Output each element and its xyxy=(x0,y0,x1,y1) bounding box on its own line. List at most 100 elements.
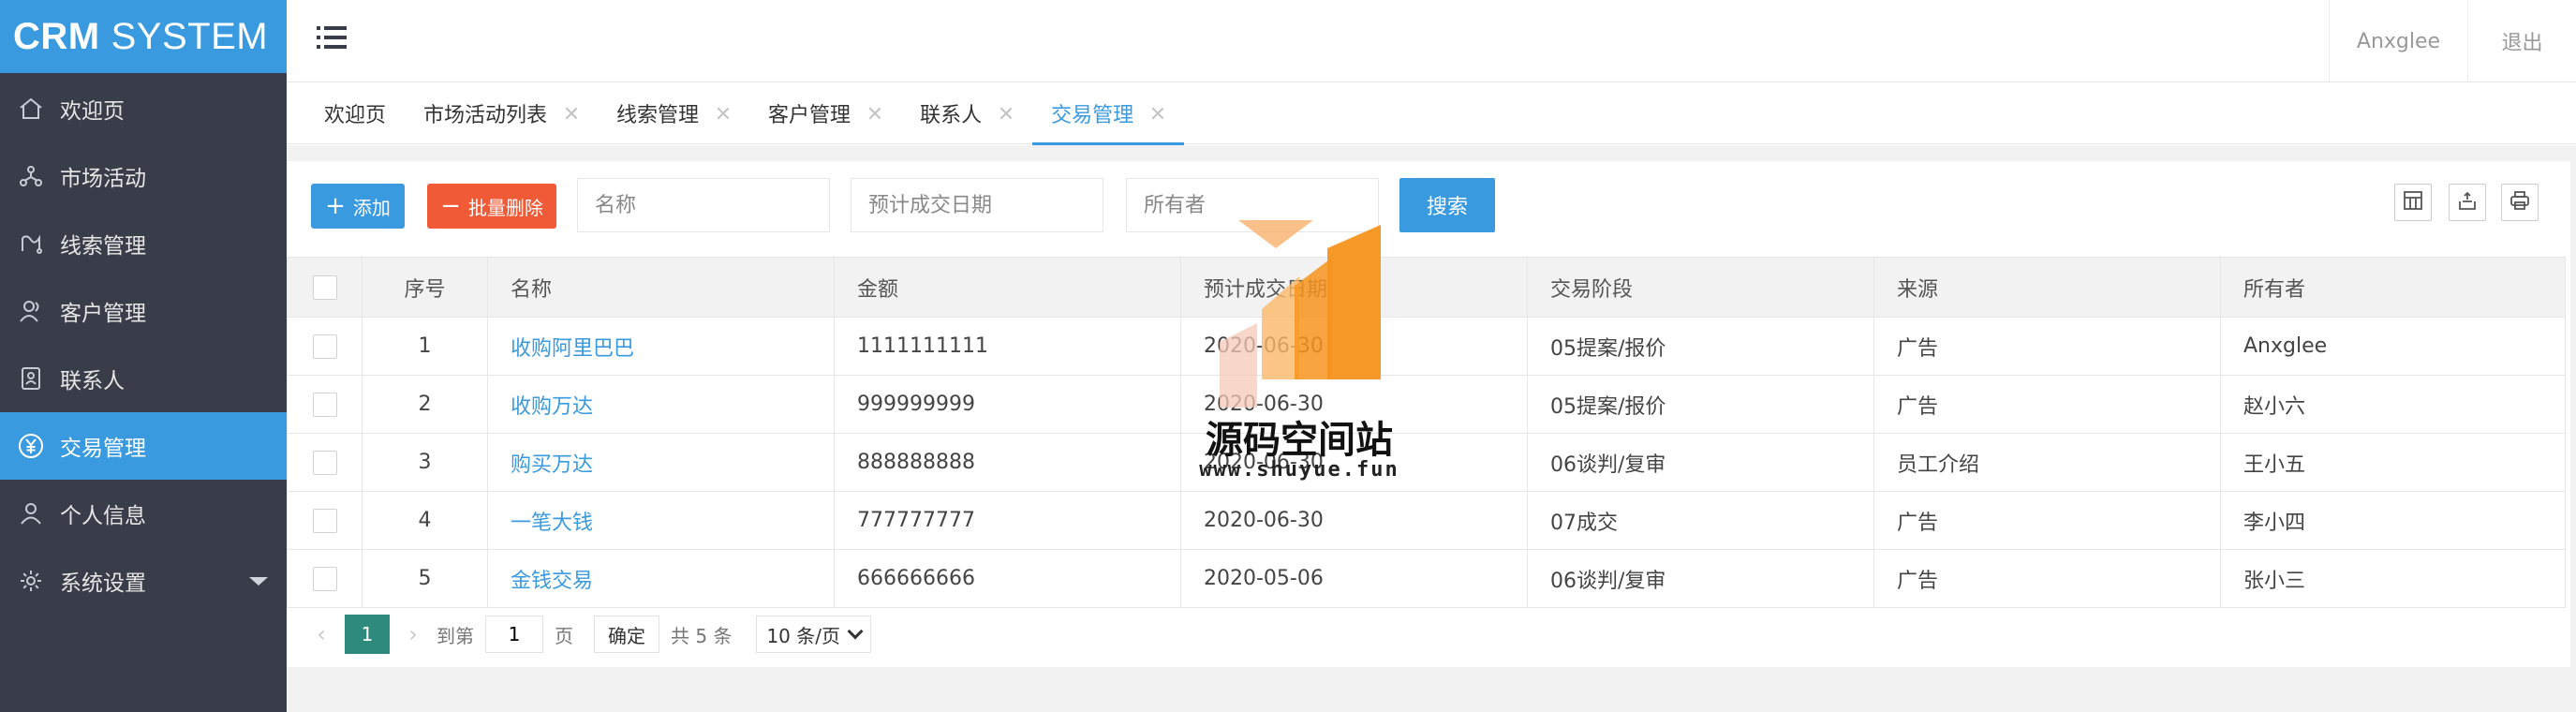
sidebar-item-transactions[interactable]: 交易管理 xyxy=(0,412,287,480)
sidebar-item-label: 欢迎页 xyxy=(60,99,125,124)
tab-label: 欢迎页 xyxy=(324,104,387,127)
sidebar-item-label: 系统设置 xyxy=(60,571,146,596)
tab-contacts[interactable]: 联系人 xyxy=(901,82,1032,144)
row-checkbox[interactable] xyxy=(312,392,337,417)
sidebar-item-welcome[interactable]: 欢迎页 xyxy=(0,75,287,142)
pagination: ‹ 1 › 到第 页 确定 共 5 条 10 条/页 xyxy=(287,605,2565,663)
logo-rest-text: SYSTEM xyxy=(111,15,269,57)
print-button[interactable] xyxy=(2501,184,2539,221)
name-search-input[interactable] xyxy=(577,178,830,232)
transaction-name-link[interactable]: 收购万达 xyxy=(487,375,835,434)
expected-date-input[interactable] xyxy=(851,178,1103,232)
row-checkbox[interactable] xyxy=(312,566,337,591)
sidebar-item-marketing[interactable]: 市场活动 xyxy=(0,142,287,210)
sidebar-item-contacts[interactable]: 联系人 xyxy=(0,345,287,412)
table-row: 4 一笔大钱 777777777 2020-06-30 07成交 广告 李小四 xyxy=(287,491,2566,550)
minus-icon: − xyxy=(440,192,461,220)
close-icon[interactable] xyxy=(999,106,1014,121)
close-icon[interactable] xyxy=(1150,106,1165,121)
header-username[interactable]: Anxglee xyxy=(2329,0,2467,82)
select-all-checkbox[interactable] xyxy=(312,274,337,300)
add-button-label: 添加 xyxy=(352,196,391,219)
transaction-name-link[interactable]: 购买万达 xyxy=(487,433,835,492)
tab-marketing-list[interactable]: 市场活动列表 xyxy=(405,82,598,144)
prev-page-icon[interactable]: ‹ xyxy=(309,621,333,647)
menu-list-icon[interactable] xyxy=(317,23,348,52)
print-icon xyxy=(2509,190,2530,215)
goto-page-input[interactable] xyxy=(485,616,543,653)
source-cell: 员工介绍 xyxy=(1873,433,2221,492)
tab-welcome[interactable]: 欢迎页 xyxy=(305,82,405,144)
add-button[interactable]: + 添加 xyxy=(311,184,405,229)
row-checkbox-cell[interactable] xyxy=(287,491,363,550)
current-page-button[interactable]: 1 xyxy=(345,615,390,654)
sidebar-item-clues[interactable]: 线索管理 xyxy=(0,210,287,277)
total-count: 共 5 条 xyxy=(671,624,733,647)
column-header: 金额 xyxy=(834,257,1181,318)
source-cell: 广告 xyxy=(1873,375,2221,434)
export-button[interactable] xyxy=(2449,184,2486,221)
logout-link[interactable]: 退出 xyxy=(2467,0,2576,82)
row-checkbox-cell[interactable] xyxy=(287,433,363,492)
table-row: 5 金钱交易 666666666 2020-05-06 06谈判/复审 广告 张… xyxy=(287,549,2566,608)
chevron-down-icon xyxy=(847,623,864,640)
row-checkbox-cell[interactable] xyxy=(287,375,363,434)
amount-cell: 777777777 xyxy=(834,491,1181,550)
tab-label: 线索管理 xyxy=(616,104,700,127)
row-checkbox-cell[interactable] xyxy=(287,317,363,376)
row-index: 1 xyxy=(362,317,488,376)
sidebar-item-settings[interactable]: 系统设置 xyxy=(0,547,287,615)
table-header-row: 序号 名称 金额 预计成交日期 交易阶段 来源 所有者 xyxy=(287,257,2566,318)
export-icon xyxy=(2457,190,2478,215)
sidebar-item-label: 市场活动 xyxy=(60,167,146,191)
stage-cell: 07成交 xyxy=(1527,491,1874,550)
owner-cell: 赵小六 xyxy=(2220,375,2566,434)
column-filter-button[interactable] xyxy=(2394,184,2432,221)
top-header: Anxglee 退出 xyxy=(287,0,2576,82)
customer-icon xyxy=(17,297,45,325)
row-index: 5 xyxy=(362,549,488,608)
tab-label: 市场活动列表 xyxy=(423,104,548,127)
close-icon[interactable] xyxy=(564,106,579,121)
network-icon xyxy=(17,162,45,190)
column-header: 所有者 xyxy=(2220,257,2566,318)
transaction-table: 序号 名称 金额 预计成交日期 交易阶段 来源 所有者 1 收购阿里巴巴 111… xyxy=(287,257,2566,608)
tab-customers[interactable]: 客户管理 xyxy=(749,82,901,144)
next-page-icon[interactable]: › xyxy=(401,621,425,647)
column-header: 名称 xyxy=(487,257,835,318)
batch-delete-label: 批量删除 xyxy=(467,196,543,219)
source-cell: 广告 xyxy=(1873,549,2221,608)
transaction-name-link[interactable]: 一笔大钱 xyxy=(487,491,835,550)
transaction-name-link[interactable]: 收购阿里巴巴 xyxy=(487,317,835,376)
row-checkbox[interactable] xyxy=(312,450,337,475)
contact-card-icon xyxy=(17,364,45,393)
select-all-checkbox-cell[interactable] xyxy=(287,257,363,318)
page-size-select[interactable]: 10 条/页 xyxy=(756,616,871,653)
row-checkbox[interactable] xyxy=(312,334,337,359)
transaction-name-link[interactable]: 金钱交易 xyxy=(487,549,835,608)
plus-icon: + xyxy=(325,192,346,220)
table-row: 2 收购万达 999999999 2020-06-30 05提案/报价 广告 赵… xyxy=(287,375,2566,434)
sidebar-item-profile[interactable]: 个人信息 xyxy=(0,480,287,547)
close-icon[interactable] xyxy=(867,106,882,121)
close-icon[interactable] xyxy=(716,106,731,121)
amount-cell: 1111111111 xyxy=(834,317,1181,376)
tab-transactions[interactable]: 交易管理 xyxy=(1032,82,1185,145)
goto-confirm-button[interactable]: 确定 xyxy=(594,616,659,653)
row-checkbox-cell[interactable] xyxy=(287,549,363,608)
batch-delete-button[interactable]: − 批量删除 xyxy=(427,184,556,229)
page-tabs: 欢迎页 市场活动列表 线索管理 客户管理 联系人 交易管理 xyxy=(287,82,2576,145)
goto-label: 到第 xyxy=(437,624,474,647)
transaction-panel: + 添加 − 批量删除 搜索 xyxy=(287,161,2570,667)
yen-icon xyxy=(17,432,45,460)
app-logo[interactable]: CRM SYSTEM xyxy=(0,0,287,73)
amount-cell: 888888888 xyxy=(834,433,1181,492)
sidebar-item-customers[interactable]: 客户管理 xyxy=(0,277,287,345)
column-header: 序号 xyxy=(362,257,488,318)
table-row: 3 购买万达 888888888 2020-06-30 06谈判/复审 员工介绍… xyxy=(287,433,2566,492)
tab-clues[interactable]: 线索管理 xyxy=(598,82,749,144)
row-checkbox[interactable] xyxy=(312,508,337,533)
table-row: 1 收购阿里巴巴 1111111111 2020-06-30 05提案/报价 广… xyxy=(287,317,2566,376)
home-icon xyxy=(17,95,45,123)
sidebar-item-label: 线索管理 xyxy=(60,234,146,259)
